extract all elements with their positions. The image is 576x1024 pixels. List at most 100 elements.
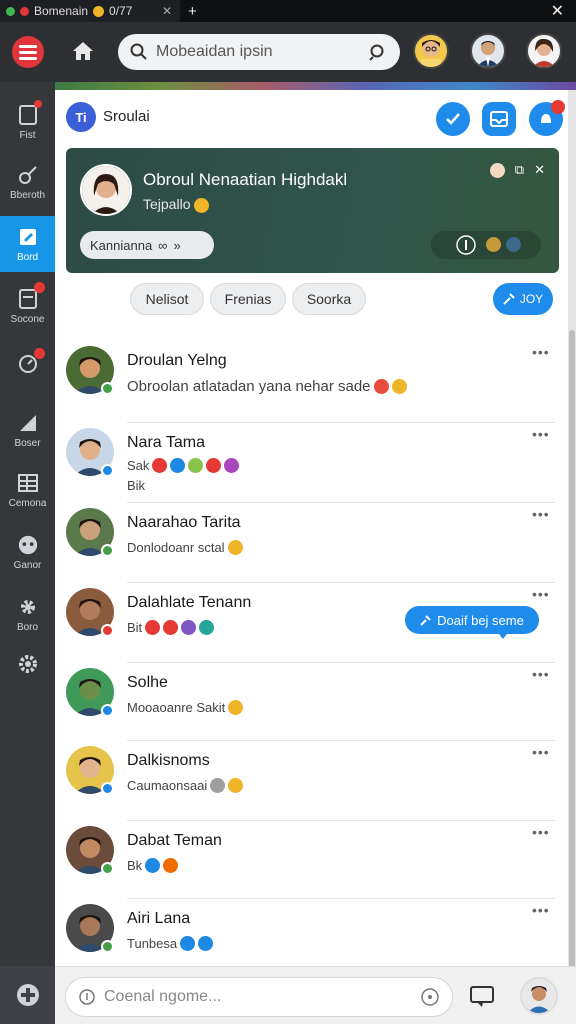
table-icon [17, 472, 39, 494]
tool-icon [503, 293, 515, 305]
more-options-icon[interactable]: ••• [532, 426, 550, 442]
more-options-icon[interactable]: ••• [532, 586, 550, 602]
scrollbar-thumb[interactable] [569, 330, 575, 970]
reaction-emoji-icon [373, 379, 389, 394]
user-avatar-3[interactable] [526, 33, 562, 69]
reaction-emoji-icon [228, 778, 244, 793]
notifications-button[interactable] [529, 100, 565, 136]
featured-avatar [80, 164, 132, 216]
sidebar-item-fist[interactable]: Fist [0, 94, 55, 150]
tab-close-icon[interactable]: ✕ [162, 4, 172, 18]
sidebar-item-bord[interactable]: Bord [0, 216, 55, 272]
sidebar-item-label: Bord [16, 251, 39, 263]
tooltip-bubble[interactable]: Doaif bej seme [405, 606, 539, 639]
inbox-icon [490, 111, 508, 127]
edit-icon [17, 226, 39, 248]
window-close-button[interactable]: ✕ [551, 1, 564, 21]
sidebar-item-boro[interactable]: Boro [0, 586, 55, 642]
new-tab-button[interactable]: + [188, 3, 197, 20]
notification-badge [34, 282, 45, 293]
conversation-row[interactable]: Droulan Yelng Obroolan atlatadan yana neh… [55, 340, 568, 420]
left-sidebar: Fist Bberoth Bord Socone Boser Cemona Ga… [0, 82, 55, 966]
user-avatar-2[interactable] [470, 33, 506, 69]
featured-card[interactable]: Obroul Nenaatian Highdakl Tejpallo ⧉ ✕ K… [66, 148, 559, 273]
mute-icon[interactable] [455, 234, 477, 256]
more-options-icon[interactable]: ••• [532, 902, 550, 918]
settings-icon [17, 596, 39, 618]
main-content: Ti Sroulai Obroul Nenaatian Highdakl Tej… [55, 82, 576, 970]
message-preview-text: Obroolan atlatadan yana nehar sade [127, 378, 371, 395]
check-button[interactable] [436, 102, 470, 136]
message-preview-text: Sak [127, 458, 150, 473]
message-preview: Caumaonsaai [127, 778, 244, 793]
presence-badge [101, 382, 114, 395]
emoji-icon[interactable] [420, 987, 440, 1007]
search-submit-icon[interactable] [368, 42, 388, 62]
message-preview-text: Tunbesa [127, 936, 178, 951]
sidebar-item-ganor[interactable]: Ganor [0, 524, 55, 580]
more-options-icon[interactable]: ••• [532, 344, 550, 360]
sidebar-item-socone[interactable]: Socone [0, 278, 55, 334]
tooltip-label: Doaif bej seme [437, 612, 524, 628]
featured-action-pill[interactable]: Kannianna ∞ » [80, 231, 214, 259]
chip-nelisot[interactable]: Nelisot [130, 283, 204, 315]
home-icon[interactable] [72, 39, 94, 63]
contact-name: Dabat Teman [127, 832, 222, 849]
more-options-icon[interactable]: ••• [532, 744, 550, 760]
more-options-icon[interactable]: ••• [532, 666, 550, 682]
add-icon[interactable] [15, 982, 41, 1008]
reaction-emoji-icon [227, 540, 243, 555]
tab-title: Bomenain [34, 4, 89, 18]
conversation-row[interactable]: Nara Tama Sak Bik ••• [55, 422, 568, 502]
inbox-button[interactable] [482, 102, 516, 136]
expand-icon[interactable]: ⧉ [515, 162, 524, 178]
chat-icon[interactable] [469, 985, 495, 1009]
message-preview-text: Bik [127, 478, 146, 493]
contact-name: Nara Tama [127, 434, 205, 451]
sidebar-item-bberoth[interactable]: Bberoth [0, 154, 55, 210]
sidebar-item-label: Bberoth [9, 189, 46, 201]
conversation-row[interactable]: Naarahao Tarita Donlodoanr sctal ••• [55, 502, 568, 582]
reaction-emoji-icon [152, 458, 168, 473]
message-input[interactable]: Coenal ngome... [104, 988, 412, 1006]
sidebar-item-boser[interactable]: Boser [0, 402, 55, 458]
group-name[interactable]: Sroulai [103, 108, 150, 125]
sidebar-item-label: Ganor [13, 559, 42, 571]
window-titlebar: Bomenain 0/77 ✕ + ✕ [0, 0, 576, 22]
bell-icon [541, 114, 551, 123]
reaction-emoji-icon [224, 458, 240, 473]
sidebar-item-gear[interactable] [0, 638, 55, 694]
presence-badge [101, 544, 114, 557]
conversation-row[interactable]: Dalkisnoms Caumaonsaai ••• [55, 740, 568, 820]
browser-tab[interactable]: Bomenain 0/77 ✕ [0, 0, 180, 22]
more-options-icon[interactable]: ••• [532, 506, 550, 522]
chip-frenias[interactable]: Frenias [210, 283, 286, 315]
more-options-icon[interactable]: ••• [532, 824, 550, 840]
message-preview: Bk [127, 858, 179, 873]
search-bar[interactable]: Mobeaidan ipsin [118, 34, 400, 70]
presence-badge [101, 862, 114, 875]
message-composer[interactable]: Coenal ngome... [65, 977, 453, 1017]
menu-button[interactable] [12, 36, 44, 68]
my-avatar[interactable] [520, 977, 558, 1015]
message-preview-text: Bit [127, 620, 143, 635]
join-button[interactable]: JOY [493, 283, 553, 315]
conversation-row[interactable]: Solhe Mooaoanre Sakit ••• [55, 662, 568, 742]
attach-icon[interactable] [78, 988, 96, 1006]
conversation-row[interactable]: Dabat Teman Bk ••• [55, 820, 568, 900]
flag-icon [17, 412, 39, 434]
app-window: Bomenain 0/77 ✕ + ✕ Mobeaidan ipsin Fist… [0, 0, 576, 1024]
featured-close-icon[interactable]: ✕ [534, 162, 545, 178]
status-icon [93, 5, 105, 17]
chip-soorka[interactable]: Soorka [292, 283, 366, 315]
conversation-list: Droulan Yelng Obroolan atlatadan yana neh… [55, 330, 568, 966]
contact-name: Naarahao Tarita [127, 514, 241, 531]
reaction-emoji-icon [181, 620, 197, 635]
search-input[interactable]: Mobeaidan ipsin [156, 43, 360, 61]
sidebar-item-cemona[interactable]: Cemona [0, 462, 55, 518]
scrollbar[interactable] [568, 90, 576, 970]
sidebar-item-clock[interactable] [0, 338, 55, 394]
reaction-emoji-icon [391, 379, 407, 394]
user-avatar-1[interactable] [413, 33, 449, 69]
tool-icon [420, 614, 431, 626]
